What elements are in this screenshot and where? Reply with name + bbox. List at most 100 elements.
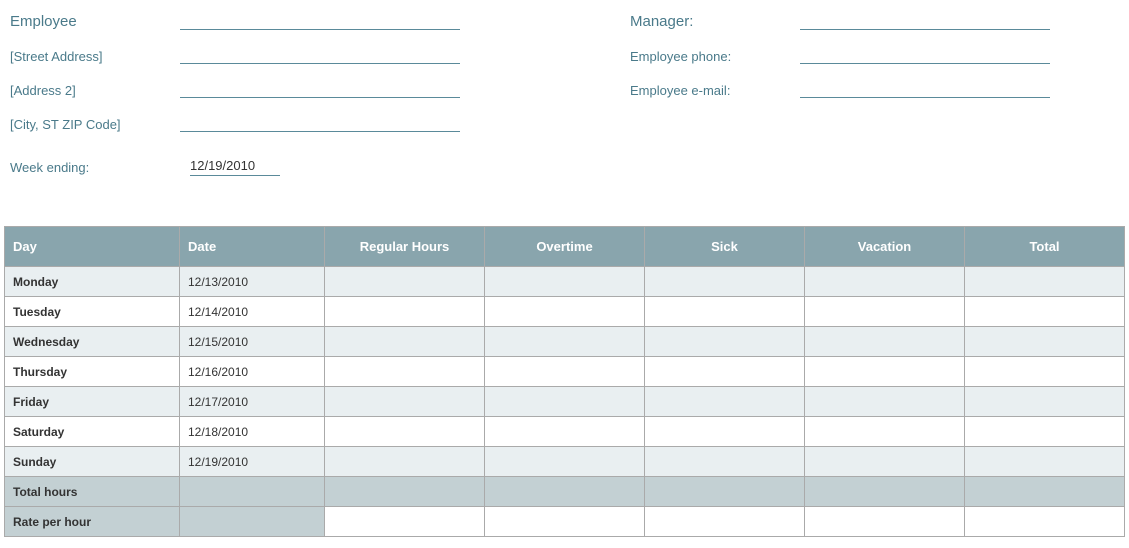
cell-day: Tuesday (5, 297, 180, 327)
cell-sick[interactable] (645, 357, 805, 387)
cell-regular-hours[interactable] (325, 267, 485, 297)
cell-date[interactable]: 12/19/2010 (180, 447, 325, 477)
cell-total[interactable] (965, 357, 1125, 387)
timesheet-table: Day Date Regular Hours Overtime Sick Vac… (4, 226, 1125, 537)
field-employee-phone: Employee phone: (630, 34, 1119, 68)
cell-regular-hours[interactable] (325, 417, 485, 447)
label-manager: Manager: (630, 13, 800, 34)
cell-date[interactable]: 12/13/2010 (180, 267, 325, 297)
cell-day: Thursday (5, 357, 180, 387)
cell-sick[interactable] (645, 297, 805, 327)
field-address-2: [Address 2] (10, 68, 630, 102)
cell-total[interactable] (965, 447, 1125, 477)
cell-total[interactable] (965, 327, 1125, 357)
cell-total[interactable] (965, 387, 1125, 417)
summary-cell (485, 477, 645, 507)
label-city-zip: [City, ST ZIP Code] (10, 117, 180, 136)
summary-row: Total hours (5, 477, 1125, 507)
cell-vacation[interactable] (805, 327, 965, 357)
cell-day: Friday (5, 387, 180, 417)
summary-label: Total hours (5, 477, 180, 507)
header-right-column: Manager: Employee phone: Employee e-mail… (630, 0, 1119, 136)
summary-cell[interactable] (325, 507, 485, 537)
cell-regular-hours[interactable] (325, 297, 485, 327)
summary-cell[interactable] (805, 507, 965, 537)
summary-cell[interactable] (645, 507, 805, 537)
cell-day: Sunday (5, 447, 180, 477)
cell-vacation[interactable] (805, 417, 965, 447)
input-address-2[interactable] (180, 78, 460, 98)
summary-row: Rate per hour (5, 507, 1125, 537)
cell-regular-hours[interactable] (325, 327, 485, 357)
label-week-ending: Week ending: (10, 160, 190, 175)
cell-date[interactable]: 12/15/2010 (180, 327, 325, 357)
cell-sick[interactable] (645, 387, 805, 417)
label-employee-phone: Employee phone: (630, 49, 800, 68)
cell-date[interactable]: 12/16/2010 (180, 357, 325, 387)
cell-overtime[interactable] (485, 357, 645, 387)
cell-overtime[interactable] (485, 267, 645, 297)
input-street-address[interactable] (180, 44, 460, 64)
cell-sick[interactable] (645, 447, 805, 477)
cell-day: Monday (5, 267, 180, 297)
cell-vacation[interactable] (805, 267, 965, 297)
summary-cell (965, 477, 1125, 507)
cell-overtime[interactable] (485, 297, 645, 327)
cell-total[interactable] (965, 417, 1125, 447)
cell-total[interactable] (965, 297, 1125, 327)
cell-regular-hours[interactable] (325, 447, 485, 477)
field-street-address: [Street Address] (10, 34, 630, 68)
value-week-ending[interactable]: 12/19/2010 (190, 158, 280, 176)
summary-cell[interactable] (485, 507, 645, 537)
header-section: Employee [Street Address] [Address 2] [C… (0, 0, 1129, 136)
cell-overtime[interactable] (485, 447, 645, 477)
table-row: Thursday12/16/2010 (5, 357, 1125, 387)
cell-total[interactable] (965, 267, 1125, 297)
cell-overtime[interactable] (485, 327, 645, 357)
input-employee-email[interactable] (800, 78, 1050, 98)
summary-cell[interactable] (965, 507, 1125, 537)
summary-cell (325, 477, 485, 507)
th-vacation: Vacation (805, 227, 965, 267)
summary-cell (805, 477, 965, 507)
th-overtime: Overtime (485, 227, 645, 267)
summary-spacer (180, 477, 325, 507)
cell-sick[interactable] (645, 327, 805, 357)
input-employee-phone[interactable] (800, 44, 1050, 64)
cell-regular-hours[interactable] (325, 387, 485, 417)
th-sick: Sick (645, 227, 805, 267)
cell-vacation[interactable] (805, 447, 965, 477)
field-manager: Manager: (630, 0, 1119, 34)
th-date: Date (180, 227, 325, 267)
table-row: Monday12/13/2010 (5, 267, 1125, 297)
label-employee-email: Employee e-mail: (630, 83, 800, 102)
week-ending-row: Week ending: 12/19/2010 (0, 158, 1129, 176)
cell-vacation[interactable] (805, 357, 965, 387)
cell-vacation[interactable] (805, 387, 965, 417)
field-employee: Employee (10, 0, 630, 34)
cell-day: Wednesday (5, 327, 180, 357)
cell-overtime[interactable] (485, 387, 645, 417)
cell-date[interactable]: 12/17/2010 (180, 387, 325, 417)
cell-day: Saturday (5, 417, 180, 447)
label-address-2: [Address 2] (10, 83, 180, 102)
table-row: Wednesday12/15/2010 (5, 327, 1125, 357)
table-row: Friday12/17/2010 (5, 387, 1125, 417)
cell-sick[interactable] (645, 267, 805, 297)
field-city-zip: [City, ST ZIP Code] (10, 102, 630, 136)
th-day: Day (5, 227, 180, 267)
label-employee: Employee (10, 13, 180, 34)
input-employee[interactable] (180, 10, 460, 30)
cell-date[interactable]: 12/18/2010 (180, 417, 325, 447)
cell-date[interactable]: 12/14/2010 (180, 297, 325, 327)
cell-regular-hours[interactable] (325, 357, 485, 387)
summary-cell (645, 477, 805, 507)
input-manager[interactable] (800, 10, 1050, 30)
label-street-address: [Street Address] (10, 49, 180, 68)
cell-sick[interactable] (645, 417, 805, 447)
cell-vacation[interactable] (805, 297, 965, 327)
cell-overtime[interactable] (485, 417, 645, 447)
th-regular-hours: Regular Hours (325, 227, 485, 267)
input-city-zip[interactable] (180, 112, 460, 132)
table-row: Tuesday12/14/2010 (5, 297, 1125, 327)
